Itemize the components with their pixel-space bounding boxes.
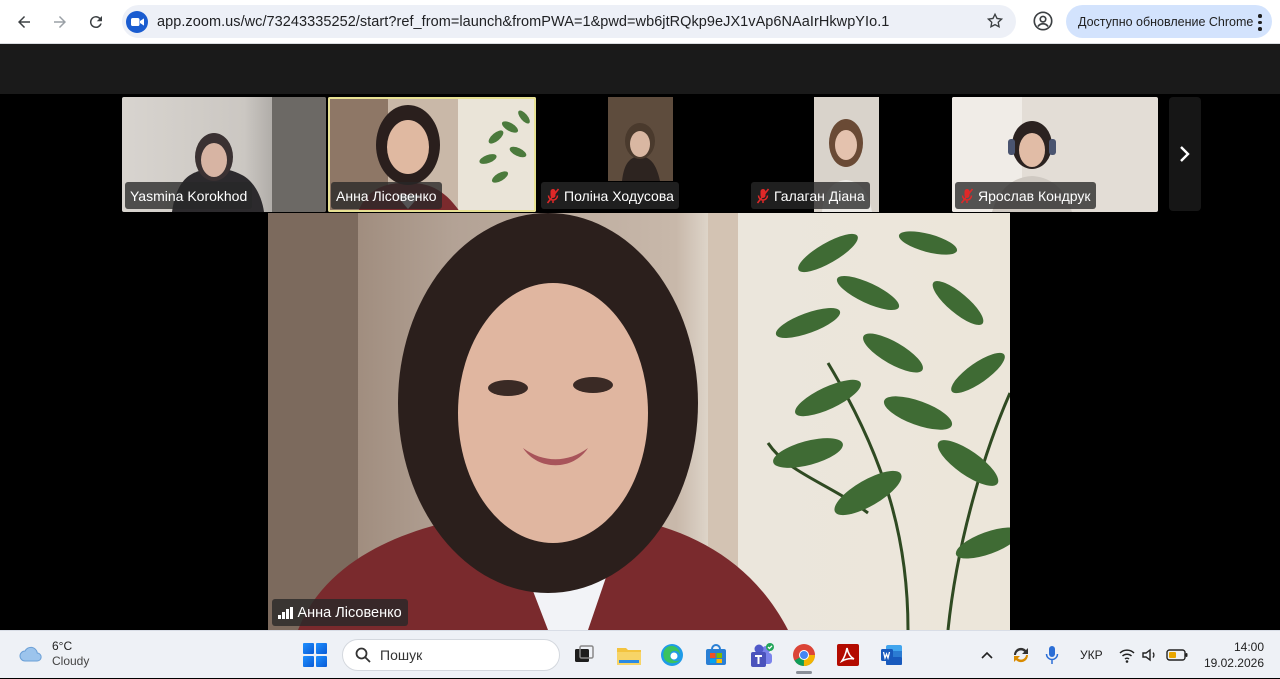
chrome-update-label: Доступно обновление Chrome (1078, 14, 1254, 29)
mic-muted-icon (546, 188, 560, 203)
reload-icon (89, 15, 102, 28)
sync-icon[interactable] (1010, 644, 1032, 666)
participant-tile-anna[interactable]: Анна Лісовенко (328, 97, 536, 212)
search-icon (355, 647, 371, 663)
file-explorer-icon[interactable] (616, 643, 641, 667)
volume-icon[interactable] (1142, 646, 1158, 664)
microsoft-store-icon[interactable] (704, 643, 728, 667)
speaker-name-badge: Анна Лісовенко (272, 599, 408, 626)
gallery-next-button[interactable] (1169, 97, 1201, 211)
search-placeholder: Пошук (380, 647, 423, 663)
chevron-up-icon[interactable] (980, 647, 994, 663)
participant-tile-polina[interactable]: Поліна Ходусова (538, 97, 746, 212)
task-view-icon[interactable] (572, 643, 596, 667)
word-icon[interactable] (880, 643, 904, 667)
clock-time: 14:00 (1233, 640, 1264, 654)
zoom-top-bar (0, 44, 1280, 94)
chrome-update-button[interactable]: Доступно обновление Chrome (1066, 5, 1272, 38)
back-arrow-icon (18, 15, 30, 28)
participant-name-badge: Поліна Ходусова (541, 182, 679, 209)
participant-name: Галаган Діана (774, 187, 865, 204)
url-text[interactable]: app.zoom.us/wc/73243335252/start?ref_fro… (157, 14, 957, 30)
active-speaker-video[interactable]: Анна Лісовенко (268, 213, 1010, 630)
microphone-icon[interactable] (1045, 645, 1059, 665)
start-button[interactable] (303, 643, 327, 667)
weather-temp: 6°C (52, 639, 73, 653)
participant-tile-diana[interactable]: Галаган Діана (748, 97, 948, 212)
participant-name: Поліна Ходусова (564, 187, 674, 204)
browser-toolbar: app.zoom.us/wc/73243335252/start?ref_fro… (0, 0, 1280, 44)
system-clock[interactable]: 14:00 19.02.2026 (1200, 639, 1264, 671)
forward-button[interactable] (44, 6, 76, 38)
battery-icon[interactable] (1166, 648, 1188, 662)
taskbar-search[interactable]: Пошук (342, 639, 560, 671)
teams-icon[interactable] (748, 643, 774, 667)
chrome-taskbar-icon[interactable] (792, 643, 816, 674)
windows-taskbar: 6°C Cloudy Пошук УКР 14:00 19.02.2026 (0, 630, 1280, 678)
participant-name: Yasmina Korokhod (130, 187, 248, 204)
mic-muted-icon (756, 188, 770, 203)
chevron-right-icon (1180, 146, 1190, 162)
acrobat-icon[interactable] (836, 643, 860, 667)
reload-button[interactable] (80, 6, 112, 38)
participant-name-badge: Ярослав Кондрук (955, 182, 1096, 209)
forward-arrow-icon (54, 15, 66, 28)
participant-name: Анна Лісовенко (336, 187, 437, 204)
wifi-icon[interactable] (1119, 646, 1135, 664)
participant-name-badge: Yasmina Korokhod (125, 182, 253, 209)
meeting-stage: Yasmina Korokhod Анна Лісовенко Поліна Х… (0, 94, 1280, 630)
weather-widget[interactable]: 6°C Cloudy (18, 639, 89, 669)
participant-name-badge: Галаган Діана (751, 182, 870, 209)
participant-tile-yaroslav[interactable]: Ярослав Кондрук (952, 97, 1158, 212)
mic-muted-icon (960, 188, 974, 203)
address-bar[interactable]: app.zoom.us/wc/73243335252/start?ref_fro… (122, 5, 1016, 38)
cloud-icon (19, 646, 42, 662)
language-indicator[interactable]: УКР (1080, 631, 1103, 679)
more-menu-icon[interactable] (1258, 14, 1262, 34)
edge-browser-icon[interactable] (660, 643, 684, 667)
signal-strength-icon (278, 606, 293, 619)
weather-desc: Cloudy (52, 654, 90, 668)
zoom-site-icon (126, 10, 148, 33)
speaker-video-frame (268, 213, 1010, 630)
participant-name: Ярослав Кондрук (978, 187, 1091, 204)
clock-date: 19.02.2026 (1203, 656, 1264, 670)
participant-tile-yasmina[interactable]: Yasmina Korokhod (122, 97, 326, 212)
speaker-name: Анна Лісовенко (297, 604, 402, 621)
bookmark-star-icon[interactable] (986, 12, 1004, 30)
participant-name-badge: Анна Лісовенко (331, 182, 442, 209)
profile-icon[interactable] (1032, 10, 1054, 32)
back-button[interactable] (8, 6, 40, 38)
